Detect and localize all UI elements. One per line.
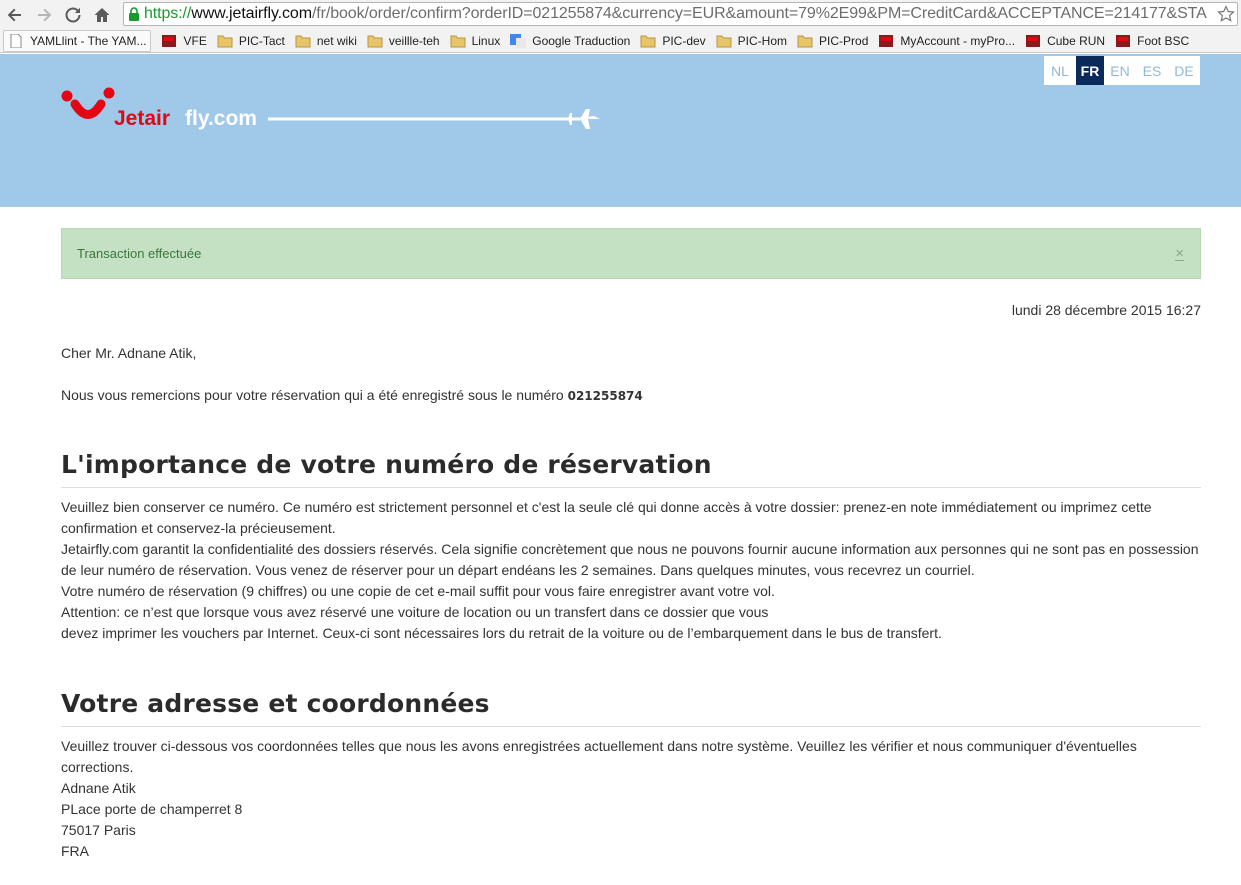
success-alert: Transaction effectuée × [61, 228, 1201, 279]
browser-toolbar: https://www.jetairfly.com/fr/book/order/… [0, 0, 1241, 29]
thanks-sentence: Nous vous remercions pour votre réservat… [61, 387, 568, 403]
folder-icon [217, 34, 233, 48]
logo-text-fly: fly.com [185, 107, 257, 130]
bookmark-label: Foot BSC [1137, 33, 1190, 48]
bookmark-item[interactable]: Google Traduction [510, 30, 630, 52]
home-button[interactable] [87, 0, 116, 29]
language-es[interactable]: ES [1136, 56, 1168, 85]
bookmark-item[interactable]: YAMLlint - The YAM... [3, 29, 152, 52]
airplane-icon [565, 109, 600, 129]
language-nl[interactable]: NL [1044, 56, 1076, 85]
address-bar[interactable]: https://www.jetairfly.com/fr/book/order/… [123, 2, 1238, 26]
bookmark-label: Cube RUN [1047, 33, 1106, 48]
address-line: 75017 Paris [61, 822, 136, 838]
page-icon [8, 33, 24, 48]
folder-icon [367, 34, 383, 48]
folder-icon [640, 34, 656, 48]
bookmark-star-icon[interactable] [1217, 5, 1235, 23]
folder-icon [295, 34, 311, 48]
paragraph-line: Votre numéro de réservation (9 chiffres)… [61, 583, 775, 599]
bookmark-label: MyAccount - myPro... [900, 33, 1016, 48]
reload-icon [65, 7, 80, 23]
thanks-text: Nous vous remercions pour votre réservat… [61, 387, 643, 403]
section-title-address: Votre adresse et coordonnées [61, 689, 1201, 727]
reload-button[interactable] [58, 0, 87, 29]
bookmark-label: PIC-Tact [238, 33, 285, 48]
home-icon [94, 7, 109, 22]
bookmarks-bar: YAMLlint - The YAM... VFE PIC-Tact net wiki… [0, 29, 1241, 53]
jetairfly-logo[interactable]: Jetair fly.com [60, 87, 600, 137]
address-line: FRA [61, 843, 89, 859]
folder-icon [450, 34, 466, 48]
site-icon [1025, 34, 1041, 48]
bookmark-item[interactable]: PIC-Prod [797, 30, 868, 52]
language-switcher: NL FR EN ES DE [1044, 56, 1200, 85]
address-line: PLace porte de champerret 8 [61, 801, 243, 817]
bookmark-label: veillle-teh [388, 33, 440, 48]
bookmark-item[interactable]: veillle-teh [367, 30, 440, 52]
paragraph-line: Attention: ce n’est que lorsque vous ave… [61, 604, 769, 620]
bookmark-label: net wiki [316, 33, 357, 48]
bookmark-label: PIC-Hom [737, 33, 788, 48]
arrow-left-icon [7, 8, 21, 21]
site-icon [878, 34, 894, 48]
site-icon [161, 34, 177, 48]
bookmark-item[interactable]: VFE [161, 30, 207, 52]
bookmark-label: PIC-dev [662, 33, 706, 48]
close-icon[interactable]: × [1175, 246, 1184, 261]
greeting: Cher Mr. Adnane Atik, [61, 345, 197, 361]
bookmark-item[interactable]: net wiki [295, 30, 357, 52]
bookmark-item[interactable]: Foot BSC [1115, 30, 1189, 52]
bookmark-item[interactable]: Linux [450, 30, 501, 52]
bookmark-label: VFE [183, 33, 207, 48]
bookmark-item[interactable]: MyAccount - myPro... [878, 30, 1015, 52]
translate-icon [510, 33, 527, 48]
language-fr[interactable]: FR [1076, 56, 1104, 85]
language-en[interactable]: EN [1104, 56, 1136, 85]
arrow-right-icon [37, 8, 51, 21]
bookmark-item[interactable]: PIC-Hom [716, 30, 787, 52]
section-address-body: Veuillez trouver ci-dessous vos coordonn… [61, 736, 1206, 862]
section-reservation-body: Veuillez bien conserver ce numéro. Ce nu… [61, 497, 1206, 644]
site-header: Jetair fly.com NL FR EN ES DE [0, 54, 1241, 207]
bookmark-label: Linux [471, 33, 501, 48]
alert-message: Transaction effectuée [77, 246, 202, 261]
folder-icon [716, 34, 732, 48]
url-text: https://www.jetairfly.com/fr/book/order/… [144, 5, 1207, 22]
bookmark-label: YAMLlint - The YAM... [30, 33, 147, 48]
timestamp: lundi 28 décembre 2015 16:27 [1011, 302, 1201, 318]
bookmark-item[interactable]: Cube RUN [1025, 30, 1105, 52]
bookmark-label: Google Traduction [532, 33, 631, 48]
paragraph-line: Jetairfly.com garantit la confidentialit… [61, 541, 1199, 578]
section-title-reservation-number: L'importance de votre numéro de réservat… [61, 450, 1201, 488]
folder-icon [797, 34, 813, 48]
paragraph-line: Veuillez bien conserver ce numéro. Ce nu… [61, 499, 1152, 536]
bookmark-label: PIC-Prod [819, 33, 869, 48]
forward-button[interactable] [29, 0, 58, 29]
smile-icon [61, 87, 115, 119]
address-line: Adnane Atik [61, 780, 136, 796]
paragraph-line: devez imprimer les vouchers par Internet… [61, 625, 942, 641]
language-de[interactable]: DE [1168, 56, 1200, 85]
address-intro: Veuillez trouver ci-dessous vos coordonn… [61, 738, 1137, 775]
bookmark-item[interactable]: PIC-dev [640, 30, 706, 52]
site-icon [1115, 34, 1131, 48]
bookmark-item[interactable]: PIC-Tact [217, 30, 285, 52]
order-number: 021255874 [567, 389, 643, 403]
logo-text-jetair: Jetair [114, 107, 170, 130]
back-button[interactable] [0, 0, 29, 29]
lock-icon [124, 3, 144, 25]
